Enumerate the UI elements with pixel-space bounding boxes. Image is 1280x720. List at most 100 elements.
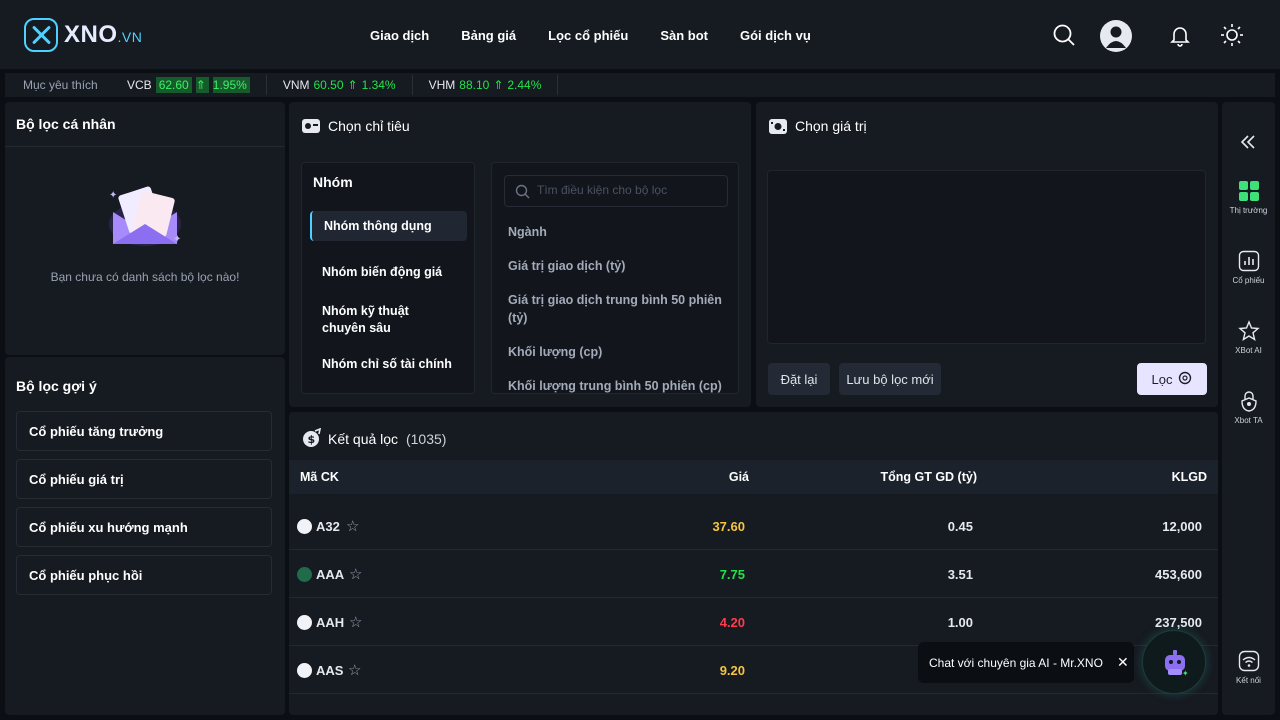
sidebar-item-xbot-ta[interactable]: Xbot TA	[1222, 390, 1275, 425]
ticker-symbol: VNM	[282, 78, 310, 92]
close-icon[interactable]: ✕	[1117, 654, 1129, 671]
column-price[interactable]: Giá	[649, 470, 749, 484]
ticker-change: 1.34%	[361, 78, 396, 92]
suggested-filter-recovery[interactable]: Cổ phiếu phục hồi	[16, 555, 272, 595]
up-arrow-icon: ⇑	[347, 78, 358, 92]
sidebar-item-xbot-ai[interactable]: XBot AI	[1222, 320, 1275, 355]
grid-icon	[1238, 181, 1259, 201]
nav-san-bot[interactable]: Sàn bot	[660, 28, 708, 43]
table-row[interactable]: A32 ☆ 37.60 0.45 12,000	[289, 502, 1218, 550]
sidebar-item-stocks[interactable]: Cổ phiếu	[1222, 250, 1275, 285]
criterion-avg-volume-50[interactable]: Khối lượng trung bình 50 phiên (cp)	[508, 377, 724, 393]
nav-giao-dich[interactable]: Giao dịch	[370, 28, 429, 43]
stock-logo-icon	[297, 615, 312, 630]
stock-symbol[interactable]: AAH	[316, 615, 344, 630]
stock-logo-icon	[297, 519, 312, 534]
sidebar-item-label: Cổ phiếu	[1232, 276, 1265, 285]
personal-filters-panel: Bộ lọc cá nhân ✦ ✦ Bạn chưa có danh sách…	[5, 102, 285, 355]
brand-name: XNO	[64, 21, 118, 48]
sidebar-item-label: Kết nối	[1236, 676, 1261, 685]
user-avatar[interactable]	[1100, 20, 1132, 52]
criterion-volume[interactable]: Khối lượng (cp)	[508, 343, 724, 361]
svg-text:✦: ✦	[1182, 669, 1189, 678]
stock-logo-icon	[297, 663, 312, 678]
main-nav: Giao dịch Bảng giá Lọc cổ phiếu Sàn bot …	[370, 28, 811, 43]
column-total-value[interactable]: Tổng GT GD (tỷ)	[827, 470, 977, 484]
chart-icon	[1238, 250, 1259, 272]
nav-loc-co-phieu[interactable]: Lọc cổ phiếu	[548, 28, 628, 43]
criterion-trading-value[interactable]: Giá trị giao dịch (tỷ)	[508, 257, 724, 275]
group-list-title: Nhóm	[313, 174, 353, 190]
divider	[5, 146, 285, 147]
ticker-symbol: VCB	[127, 78, 152, 92]
ticker-item-vhm[interactable]: VHM 88.10 ⇑ 2.44%	[429, 75, 559, 95]
criteria-search-input[interactable]	[537, 183, 722, 197]
criteria-search[interactable]	[504, 175, 728, 207]
stock-volume: 453,600	[1155, 567, 1202, 582]
sidebar-item-connect[interactable]: Kết nối	[1222, 650, 1275, 685]
star-icon[interactable]: ☆	[346, 517, 359, 535]
stock-price: 4.20	[719, 615, 745, 630]
sidebar-item-label: XBot AI	[1235, 346, 1262, 355]
star-icon[interactable]: ☆	[349, 613, 362, 631]
suggested-filter-strong-trend[interactable]: Cổ phiếu xu hướng mạnh	[16, 507, 272, 547]
reset-button[interactable]: Đặt lại	[768, 363, 830, 395]
lock-icon	[1240, 391, 1257, 412]
up-arrow-icon: ⇑	[195, 77, 209, 93]
group-common[interactable]: Nhóm thông dụng	[310, 211, 467, 241]
chat-tooltip[interactable]: Chat với chuyên gia AI - Mr.XNO ✕	[918, 642, 1134, 683]
stock-symbol[interactable]: A32	[316, 519, 340, 534]
suggested-filter-value[interactable]: Cổ phiếu giá trị	[16, 459, 272, 499]
selected-values-area	[767, 170, 1206, 344]
search-icon	[515, 184, 530, 202]
values-title: Chọn giá trị	[795, 118, 867, 134]
bell-icon[interactable]	[1167, 22, 1193, 48]
stock-volume: 237,500	[1155, 615, 1202, 630]
table-row[interactable]: AAH ☆ 4.20 1.00 237,500	[289, 598, 1218, 646]
brand-logo[interactable]: XNO.VN	[24, 18, 142, 52]
empty-envelope-icon: ✦ ✦	[103, 180, 187, 253]
right-sidebar: Thị trường Cổ phiếu XBot AI Xbot TA Kết …	[1222, 102, 1275, 715]
column-symbol[interactable]: Mã CK	[300, 470, 339, 484]
sidebar-item-label: Thị trường	[1229, 206, 1268, 215]
criteria-title: Chọn chỉ tiêu	[328, 118, 410, 134]
ticker-item-vcb[interactable]: VCB 62.60 ⇑ 1.95%	[127, 75, 267, 95]
suggested-filters-title: Bộ lọc gợi ý	[16, 378, 97, 394]
stock-symbol[interactable]: AAA	[316, 567, 344, 582]
nav-goi-dich-vu[interactable]: Gói dịch vụ	[740, 28, 811, 43]
criterion-industry[interactable]: Ngành	[508, 223, 724, 241]
criteria-list: Ngành Giá trị giao dịch (tỷ) Giá trị gia…	[491, 162, 739, 394]
robot-icon: ✦	[1165, 650, 1189, 678]
search-icon[interactable]	[1051, 22, 1077, 48]
star-icon[interactable]: ☆	[348, 661, 361, 679]
up-arrow-icon: ⇑	[493, 78, 504, 92]
filter-button[interactable]: Lọc	[1137, 363, 1207, 395]
wifi-icon	[1238, 650, 1259, 672]
favorites-ticker: Mục yêu thích VCB 62.60 ⇑ 1.95% VNM 60.50…	[5, 73, 1275, 97]
stock-symbol[interactable]: AAS	[316, 663, 343, 678]
criterion-avg-trading-value-50[interactable]: Giá trị giao dịch trung bình 50 phiên (t…	[508, 291, 724, 327]
ai-bot-button[interactable]: ✦	[1142, 630, 1206, 694]
group-advanced-technical[interactable]: Nhóm kỹ thuật chuyên sâu	[310, 295, 467, 345]
save-filter-button[interactable]: Lưu bộ lọc mới	[839, 363, 941, 395]
nav-bang-gia[interactable]: Bảng giá	[461, 28, 516, 43]
money-bag-icon: $	[302, 427, 322, 451]
column-volume[interactable]: KLGD	[1107, 470, 1207, 484]
sidebar-item-market[interactable]: Thị trường	[1222, 180, 1275, 215]
sun-icon[interactable]	[1219, 22, 1245, 48]
values-panel: Chọn giá trị Đặt lại Lưu bộ lọc mới Lọc	[756, 102, 1218, 407]
group-price-change[interactable]: Nhóm biến động giá	[310, 257, 467, 287]
table-row[interactable]: AAA ☆ 7.75 3.51 453,600	[289, 550, 1218, 598]
star-icon[interactable]: ☆	[349, 565, 362, 583]
stock-volume: 12,000	[1162, 519, 1202, 534]
star-sparkle-icon	[1237, 320, 1260, 341]
suggested-filter-growth[interactable]: Cổ phiếu tăng trưởng	[16, 411, 272, 451]
results-count: (1035)	[405, 431, 447, 447]
results-table-header: Mã CK Giá Tổng GT GD (tỷ) KLGD	[289, 460, 1218, 494]
ticker-price: 88.10	[459, 78, 490, 92]
collapse-icon[interactable]	[1238, 132, 1258, 155]
empty-message: Bạn chưa có danh sách bộ lọc nào!	[50, 270, 240, 284]
suggested-filters-panel: Bộ lọc gợi ý Cổ phiếu tăng trưởng Cổ phi…	[5, 357, 285, 715]
ticker-item-vnm[interactable]: VNM 60.50 ⇑ 1.34%	[283, 75, 413, 95]
group-financial-ratios[interactable]: Nhóm chỉ số tài chính	[310, 349, 467, 379]
